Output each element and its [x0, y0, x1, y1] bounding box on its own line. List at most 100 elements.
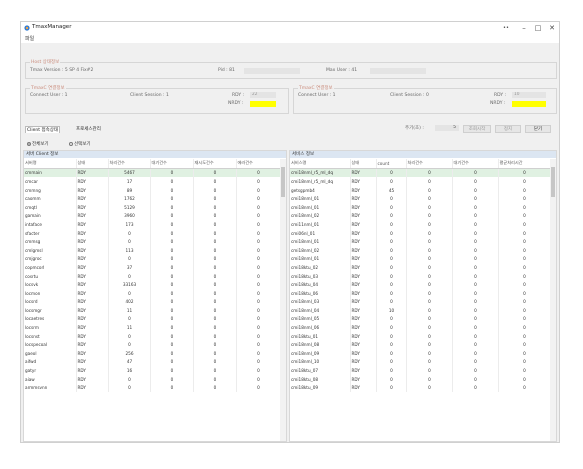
table-row[interactable]: cmi18nml_01 RDY 0 0 0 0	[290, 254, 551, 264]
nrdy-left-label: NRDY :	[228, 101, 244, 106]
table-row[interactable]: cmi18nml_r5_ml_dq RDY 0 0 0 0	[290, 168, 551, 178]
table-row[interactable]: locsrm RDY 11 0 0 0	[24, 323, 281, 332]
table-row[interactable]: getsgpmb4 RDY 45 0 0 0	[290, 185, 551, 195]
table-row[interactable]: cmjgroc RDY 0 0 0 0	[24, 254, 281, 264]
table-cell: intaface	[24, 220, 77, 229]
table-cell: aifwd	[24, 357, 77, 367]
column-header[interactable]: 서비스명	[290, 159, 351, 169]
table-row[interactable]: locspecoal RDY 0 0 0 0	[24, 340, 281, 350]
table-row[interactable]: cmqtl RDY 5129 0 0 0	[24, 202, 281, 212]
table-row[interactable]: cmi18ktu_03 RDY 0 0 0 0	[290, 271, 551, 281]
window-extra-button[interactable]: ••	[499, 23, 513, 33]
stop-button[interactable]: 정지	[495, 125, 521, 133]
table-row[interactable]: cmi18nml_02 RDY 0 0 0 0	[290, 245, 551, 255]
column-header[interactable]: 재시도건수	[193, 159, 237, 169]
table-row[interactable]: gatyr RDY 16 0 0 0	[24, 366, 281, 375]
column-header[interactable]: count	[376, 159, 407, 169]
table-row[interactable]: locsvk RDY 33163 0 0 0	[24, 280, 281, 289]
close-button[interactable]: ✕	[545, 23, 559, 33]
table-row[interactable]: cmi06nl_01 RDY 0 0 0 0	[290, 228, 551, 238]
maximize-button[interactable]: □	[531, 23, 545, 33]
table-row[interactable]: copmcorl RDY 37 0 0 0	[24, 263, 281, 272]
table-row[interactable]: cmi18nml_06 RDY 0 0 0 0	[290, 323, 551, 332]
table-cell: 0	[108, 288, 151, 298]
table-cell: cmmng	[24, 185, 77, 195]
table-row[interactable]: cmlgmsl RDY 113 0 0 0	[24, 245, 281, 255]
menu-file[interactable]: 파일	[25, 35, 34, 42]
table-cell: RDY	[350, 185, 377, 195]
table-row[interactable]: cmmsg RDY 0 0 0 0	[24, 237, 281, 246]
table-row[interactable]: sfacter RDY 0 0 0 0	[24, 228, 281, 238]
table-row[interactable]: cmi18nml_01 RDY 0 0 0 0	[290, 202, 551, 212]
table-row[interactable]: intaface RDY 173 0 0 0	[24, 220, 281, 229]
table-row[interactable]: cosrtu RDY 0 0 0 0	[24, 271, 281, 281]
table-row[interactable]: cmi11nml_01 RDY 0 0 0 0	[290, 220, 551, 229]
table-cell: 10	[376, 306, 407, 315]
tab-process-manage[interactable]: 프로세스관리	[75, 126, 102, 132]
table-cell: 0	[498, 314, 551, 324]
table-row[interactable]: cmi18nml_09 RDY 0 0 0 0	[290, 349, 551, 358]
table-row[interactable]: cmi18ktu_02 RDY 0 0 0 0	[290, 263, 551, 272]
table-row[interactable]: locsmgr RDY 11 0 0 0	[24, 306, 281, 315]
table-row[interactable]: locsrd RDY 402 0 0 0	[24, 297, 281, 307]
close-window-button[interactable]: 닫기	[525, 125, 551, 133]
table-row[interactable]: armmsvnn RDY 0 0 0 0	[24, 383, 281, 393]
left-scrollbar[interactable]	[280, 159, 286, 441]
table-row[interactable]: cmi18ktu_09 RDY 0 0 0 0	[290, 383, 551, 393]
table-cell: 0	[236, 237, 281, 246]
start-query-button[interactable]: 조회시작	[463, 125, 491, 133]
table-row[interactable]: aiaw RDY 0 0 0 0	[24, 374, 281, 384]
table-row[interactable]: locmon RDY 0 0 0 0	[24, 288, 281, 298]
table-row[interactable]: cmi18nml_10 RDY 0 0 0 0	[290, 357, 551, 367]
table-row[interactable]: cmi18nml_08 RDY 0 0 0 0	[290, 340, 551, 350]
table-row[interactable]: cmi18ktu_07 RDY 0 0 0 0	[290, 366, 551, 375]
table-row[interactable]: cmi18nml_04 RDY 10 0 0 0	[290, 306, 551, 315]
table-row[interactable]: cmi18nml_03 RDY 0 0 0 0	[290, 297, 551, 307]
minimize-button[interactable]: –	[517, 23, 531, 33]
left-scrollbar-thumb[interactable]	[281, 167, 285, 197]
table-cell: 0	[376, 280, 407, 289]
radio-show-all[interactable]: 전체보기	[27, 141, 49, 147]
right-scrollbar[interactable]	[550, 159, 556, 441]
table-header-row: 서버명 상태 처리건수 대기건수 재시도건수 에러건수	[24, 159, 281, 169]
column-header[interactable]: 에러건수	[236, 159, 281, 169]
table-row[interactable]: cmi18nml_01 RDY 0 0 0 0	[290, 237, 551, 246]
table-row[interactable]: cmmain RDY 5467 0 0 0	[24, 168, 281, 178]
column-header[interactable]: 처리건수	[108, 159, 151, 169]
column-header[interactable]: 대기건수	[150, 159, 194, 169]
table-row[interactable]: gamain RDY 3960 0 0 0	[24, 211, 281, 221]
refresh-interval-input[interactable]: 5	[435, 125, 459, 131]
table-cell: 0	[193, 237, 237, 246]
table-row[interactable]: cmi18nml_r5_ml_dq RDY 0 0 0 0	[290, 177, 551, 186]
table-row[interactable]: cmmng RDY 89 0 0 0	[24, 185, 281, 195]
column-header[interactable]: 상태	[350, 159, 377, 169]
table-row[interactable]: aifwd RDY 47 0 0 0	[24, 357, 281, 367]
table-row[interactable]: cmi18nml_01 RDY 0 0 0 0	[290, 194, 551, 203]
column-header[interactable]: 대기건수	[452, 159, 499, 169]
column-header[interactable]: 처리건수	[406, 159, 453, 169]
table-row[interactable]: cmi18ktu_08 RDY 0 0 0 0	[290, 374, 551, 384]
table-row[interactable]: cmi18nml_05 RDY 0 0 0 0	[290, 314, 551, 324]
tab-client-status[interactable]: Client 접속상태	[25, 126, 61, 133]
table-cell: 0	[452, 357, 499, 367]
table-row[interactable]: locsnst RDY 0 0 0 0	[24, 331, 281, 341]
column-header[interactable]: 서버명	[24, 159, 77, 169]
table-cell: 0	[236, 185, 281, 195]
table-row[interactable]: cmi18ktu_01 RDY 0 0 0 0	[290, 331, 551, 341]
right-scrollbar-thumb[interactable]	[551, 167, 555, 197]
radio-show-selected[interactable]: 선택보기	[69, 141, 91, 147]
table-row[interactable]: cmi18nml_02 RDY 0 0 0 0	[290, 211, 551, 221]
table-cell: 0	[376, 263, 407, 272]
table-row[interactable]: cmi18ktu_04 RDY 0 0 0 0	[290, 280, 551, 289]
table-cell: 0	[236, 288, 281, 298]
column-header[interactable]: 상태	[76, 159, 109, 169]
server-client-panel: 서버 Client 정보 서버명 상태 처리건수 대기건수 재시도건수 에러건수 cmma…	[23, 150, 287, 442]
table-cell: 0	[193, 323, 237, 332]
table-cell: locaetres	[24, 314, 77, 324]
table-row[interactable]: gaeol RDY 256 0 0 0	[24, 349, 281, 358]
column-header[interactable]: 평균처리시간	[498, 159, 551, 169]
table-row[interactable]: cmcar RDY 17 0 0 0	[24, 177, 281, 186]
table-row[interactable]: caomm RDY 1762 0 0 0	[24, 194, 281, 203]
table-row[interactable]: locaetres RDY 0 0 0 0	[24, 314, 281, 324]
table-row[interactable]: cmi18ktu_06 RDY 0 0 0 0	[290, 288, 551, 298]
